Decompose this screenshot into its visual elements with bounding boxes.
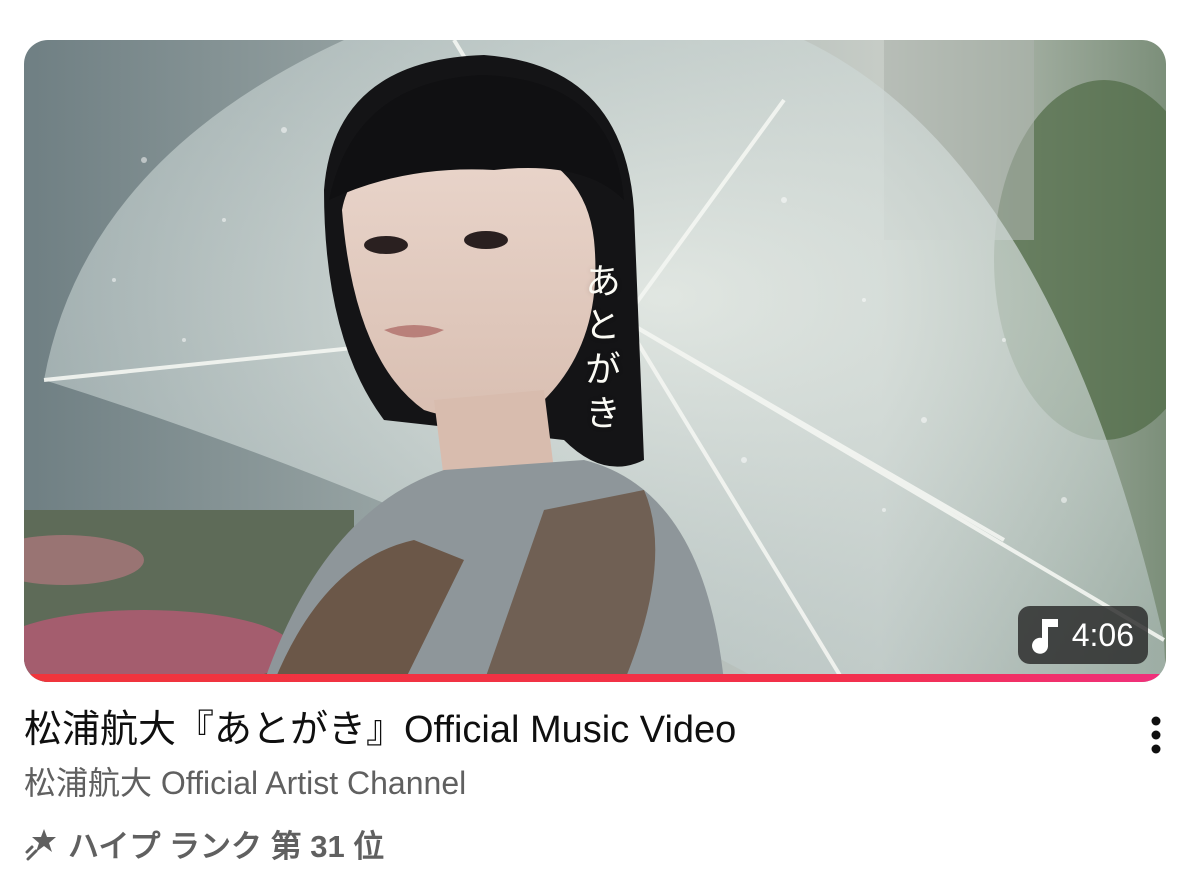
duration-badge: 4:06 — [1017, 606, 1148, 664]
hype-rank: ハイプ ランク 第 31 位 — [24, 820, 384, 866]
video-thumbnail[interactable]: あとがき 4:06 — [24, 40, 1166, 682]
thumbnail-overlay-title: あとがき — [579, 262, 620, 438]
video-title[interactable]: 松浦航大『あとがき』Official Music Video — [24, 706, 1104, 754]
video-card: あとがき 4:06 松浦航大『あとがき』Official Music Video… — [0, 0, 1180, 894]
hype-rank-text: ハイプ ランク 第 31 位 — [68, 828, 385, 864]
more-options-button[interactable] — [1136, 710, 1176, 760]
channel-name[interactable]: 松浦航大 Official Artist Channel — [24, 762, 466, 804]
watch-progress-bar — [24, 674, 1166, 682]
hype-rocket-icon — [25, 829, 56, 861]
music-note-icon — [1031, 619, 1058, 654]
more-vert-icon — [1151, 716, 1161, 754]
duration-text: 4:06 — [1071, 616, 1134, 653]
